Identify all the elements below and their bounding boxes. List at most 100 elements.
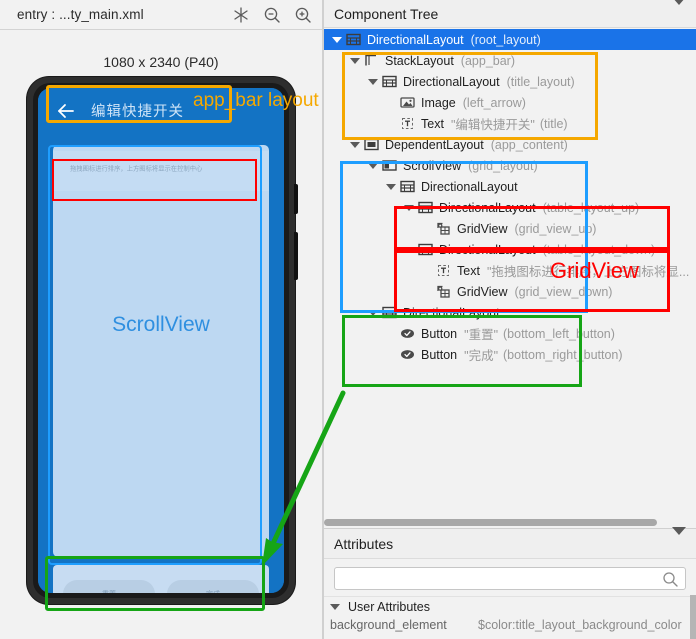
chevron-down-icon[interactable] [368, 309, 378, 316]
tree-node-type: GridView [457, 221, 508, 236]
user-attributes-label: User Attributes [348, 599, 430, 614]
zoom-out-icon[interactable] [263, 6, 281, 24]
tree-node-type: ScrollView [403, 158, 462, 173]
tree-node-type: Button [421, 347, 458, 362]
attribute-value[interactable]: $color:title_layout_background_color [478, 618, 682, 632]
directional-layout-icon [418, 200, 433, 215]
tree-node-id: (table_layout_up) [542, 200, 640, 215]
component-tree-list[interactable]: DirectionalLayout (root_layout) StackLayou… [324, 29, 696, 519]
attribute-row[interactable]: background_element $color:title_layout_b… [324, 616, 696, 634]
dependent-layout-icon [364, 137, 379, 152]
button-icon [400, 347, 415, 362]
chevron-down-icon[interactable] [350, 57, 360, 64]
scrollview-preview[interactable]: 拖拽图标进行排序，上方图标将显示在控制中心 ScrollView [53, 145, 269, 557]
directional-layout-icon [400, 179, 415, 194]
collapse-attributes-icon[interactable] [672, 526, 686, 553]
directional-layout-icon [346, 32, 361, 47]
hint-text: 拖拽图标进行排序，上方图标将显示在控制中心 [70, 166, 203, 173]
attributes-search-input[interactable] [335, 568, 685, 589]
tree-row[interactable]: Image (left_arrow) [324, 92, 696, 113]
user-attributes-section[interactable]: User Attributes [324, 596, 696, 616]
chevron-down-icon[interactable] [404, 204, 414, 211]
tree-row[interactable]: DirectionalLayout (title_layout) [324, 71, 696, 92]
attributes-search-wrap [324, 559, 696, 596]
toolbar-icon-group [232, 6, 312, 24]
tree-horizontal-scrollbar[interactable] [324, 516, 696, 528]
chevron-down-icon[interactable] [386, 183, 396, 190]
tree-node-text-value: "编辑快捷开关" [450, 118, 535, 132]
collapse-tree-icon[interactable] [672, 0, 686, 23]
image-icon [400, 95, 415, 110]
file-tab-label[interactable]: entry : ...ty_main.xml [17, 7, 144, 22]
tree-node-id: (grid_layout) [468, 158, 538, 173]
phone-side-button-power [294, 184, 298, 214]
scrollview-icon [382, 158, 397, 173]
tree-node-type: DirectionalLayout [403, 74, 500, 89]
gridview-icon [436, 221, 451, 236]
tree-row[interactable]: Text "拖拽图标进行排序，上方图标将显... [324, 260, 696, 281]
directional-layout-icon [382, 74, 397, 89]
device-size-label: 1080 x 2340 (P40) [103, 54, 219, 70]
tree-row[interactable]: Button "完成" (bottom_right_button) [324, 344, 696, 365]
snowflake-icon[interactable] [232, 6, 250, 24]
tree-node-id: (table_layout_down) [542, 242, 656, 257]
preview-toolbar: entry : ...ty_main.xml [0, 0, 322, 30]
chevron-down-icon[interactable] [404, 246, 414, 253]
tree-node-id: (bottom_right_button) [503, 347, 623, 362]
tree-row[interactable]: Text "编辑快捷开关" (title) [324, 113, 696, 134]
done-button[interactable]: 完成 [167, 580, 259, 593]
scrollview-label: ScrollView [112, 313, 210, 336]
zoom-in-icon[interactable] [294, 6, 312, 24]
tree-row[interactable]: GridView (grid_view_up) [324, 218, 696, 239]
chevron-down-icon[interactable] [332, 36, 342, 43]
attributes-search-box[interactable] [334, 567, 686, 590]
attributes-vertical-scrollbar[interactable] [690, 595, 696, 639]
tree-row[interactable]: ScrollView (grid_layout) [324, 155, 696, 176]
phone-preview-frame: 编辑快捷开关 拖拽图标进行排序，上方图标将显示在控制中心 ScrollView … [27, 77, 298, 604]
chevron-down-icon[interactable] [350, 141, 360, 148]
app-content: 拖拽图标进行排序，上方图标将显示在控制中心 ScrollView 重置 完成 [38, 133, 284, 593]
tree-row[interactable]: GridView (grid_view_down) [324, 281, 696, 302]
button-icon [400, 326, 415, 341]
tree-node-type: Text [421, 116, 444, 131]
tree-node-id: (title) [539, 116, 568, 131]
tree-node-id: (root_layout) [470, 32, 541, 47]
chevron-down-icon[interactable] [368, 78, 378, 85]
tree-node-type: DirectionalLayout [367, 32, 464, 47]
component-tree-header: Component Tree [324, 0, 696, 28]
tree-node-id: (grid_view_up) [514, 221, 597, 236]
phone-side-button-volume [294, 232, 298, 280]
tree-node-type: StackLayout [385, 53, 454, 68]
bottom-button-bar: 重置 完成 [53, 565, 269, 593]
tree-node-type: DirectionalLayout [421, 179, 518, 194]
directional-layout-icon [418, 242, 433, 257]
tree-node-type: Button [421, 326, 458, 341]
tree-scrollbar-thumb[interactable] [324, 519, 657, 526]
tree-row[interactable]: DirectionalLayout [324, 302, 696, 323]
chevron-down-icon[interactable] [330, 603, 340, 610]
tree-node-type: DirectionalLayout [439, 200, 536, 215]
tree-row[interactable]: Button "重置" (bottom_left_button) [324, 323, 696, 344]
tree-node-type: DependentLayout [385, 137, 484, 152]
tree-row[interactable]: StackLayout (app_bar) [324, 50, 696, 71]
tree-row[interactable]: DependentLayout (app_content) [324, 134, 696, 155]
tree-node-type: Image [421, 95, 456, 110]
attributes-panel: Attributes User Attributes background_el… [324, 526, 696, 639]
reset-button[interactable]: 重置 [63, 580, 155, 593]
chevron-down-icon[interactable] [368, 162, 378, 169]
tree-node-type: DirectionalLayout [439, 242, 536, 257]
tree-row[interactable]: DirectionalLayout (root_layout) [324, 29, 696, 50]
preview-pane: entry : ...ty_main.xml 1080 x 2340 (P40)… [0, 0, 322, 639]
component-tree-pane: Component Tree DirectionalLayout (root_la… [324, 0, 696, 639]
tree-row[interactable]: DirectionalLayout [324, 176, 696, 197]
left-arrow-icon[interactable] [55, 100, 77, 122]
phone-screen: 编辑快捷开关 拖拽图标进行排序，上方图标将显示在控制中心 ScrollView … [38, 88, 284, 593]
attribute-key: background_element [330, 618, 447, 632]
tree-row[interactable]: DirectionalLayout (table_layout_up) [324, 197, 696, 218]
attributes-header: Attributes [324, 526, 696, 559]
search-icon[interactable] [662, 571, 679, 593]
directional-layout-icon [382, 305, 397, 320]
hint-row: 拖拽图标进行排序，上方图标将显示在控制中心 [53, 151, 269, 191]
tree-row[interactable]: DirectionalLayout (table_layout_down) [324, 239, 696, 260]
tree-node-type: DirectionalLayout [403, 305, 500, 320]
